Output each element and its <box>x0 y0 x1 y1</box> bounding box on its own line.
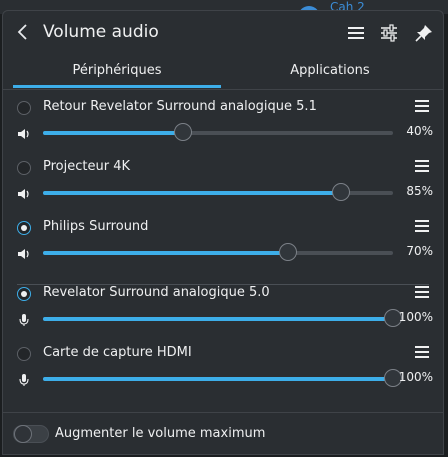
volume-fill <box>43 251 288 255</box>
device-name: Revelator Surround analogique 5.0 <box>43 285 270 300</box>
hamburger-menu-icon[interactable] <box>345 22 367 44</box>
device-name: Retour Revelator Surround analogique 5.1 <box>43 99 317 114</box>
tab-applications[interactable]: Applications <box>225 57 435 87</box>
device-row-projecteur-4k: Projecteur 4K 85% <box>3 159 443 221</box>
device-menu-icon[interactable] <box>415 346 429 358</box>
volume-percent: 85% <box>406 184 433 198</box>
chevron-left-icon[interactable] <box>13 21 33 43</box>
pin-icon[interactable] <box>413 22 435 44</box>
volume-slider[interactable] <box>43 309 402 327</box>
volume-slider-handle[interactable] <box>331 183 350 201</box>
raise-max-volume-toggle[interactable] <box>13 425 49 443</box>
device-radio[interactable] <box>17 101 31 115</box>
microphone-icon[interactable] <box>17 311 31 326</box>
device-row-revelator-5-0: Revelator Surround analogique 5.0 100% <box>3 285 443 347</box>
volume-slider[interactable] <box>43 243 393 261</box>
volume-fill <box>43 131 183 135</box>
device-radio-selected[interactable] <box>17 287 31 301</box>
device-row-philips-surround: Philips Surround 70% <box>3 219 443 281</box>
volume-slider-handle[interactable] <box>279 243 297 261</box>
volume-slider[interactable] <box>43 369 402 387</box>
volume-fill <box>43 377 393 381</box>
volume-fill <box>43 191 341 195</box>
device-radio[interactable] <box>17 161 31 175</box>
speaker-icon[interactable] <box>17 245 31 259</box>
volume-percent: 100% <box>398 370 433 384</box>
volume-slider[interactable] <box>43 183 393 201</box>
device-name: Projecteur 4K <box>43 159 130 174</box>
device-menu-icon[interactable] <box>415 160 429 172</box>
microphone-icon[interactable] <box>17 371 31 386</box>
tab-peripheriques[interactable]: Périphériques <box>13 57 221 88</box>
page-title: Volume audio <box>43 22 159 42</box>
mixer-settings-icon[interactable] <box>378 22 400 44</box>
device-row-carte-capture-hdmi: Carte de capture HDMI 100% <box>3 345 443 407</box>
volume-fill <box>43 317 393 321</box>
volume-percent: 40% <box>406 124 433 138</box>
device-menu-icon[interactable] <box>415 100 429 112</box>
volume-percent: 70% <box>406 244 433 258</box>
device-menu-icon[interactable] <box>415 220 429 232</box>
speaker-icon[interactable] <box>17 125 31 139</box>
device-name: Philips Surround <box>43 219 149 234</box>
popup-header: Volume audio <box>3 11 443 57</box>
device-row-retour-revelator: Retour Revelator Surround analogique 5.1… <box>3 99 443 161</box>
volume-slider[interactable] <box>43 123 393 141</box>
toggle-knob <box>14 425 32 443</box>
device-radio-selected[interactable] <box>17 221 31 235</box>
volume-popup: Volume audio Périphériques Applications … <box>2 10 444 455</box>
device-radio[interactable] <box>17 347 31 361</box>
speaker-icon[interactable] <box>17 185 31 199</box>
popup-footer: Augmenter le volume maximum <box>3 412 443 457</box>
volume-percent: 100% <box>398 310 433 324</box>
raise-max-volume-label: Augmenter le volume maximum <box>55 426 266 441</box>
device-name: Carte de capture HDMI <box>43 345 192 360</box>
volume-slider-handle[interactable] <box>174 123 192 141</box>
tab-bar: Périphériques Applications <box>3 57 443 90</box>
device-menu-icon[interactable] <box>415 286 429 298</box>
